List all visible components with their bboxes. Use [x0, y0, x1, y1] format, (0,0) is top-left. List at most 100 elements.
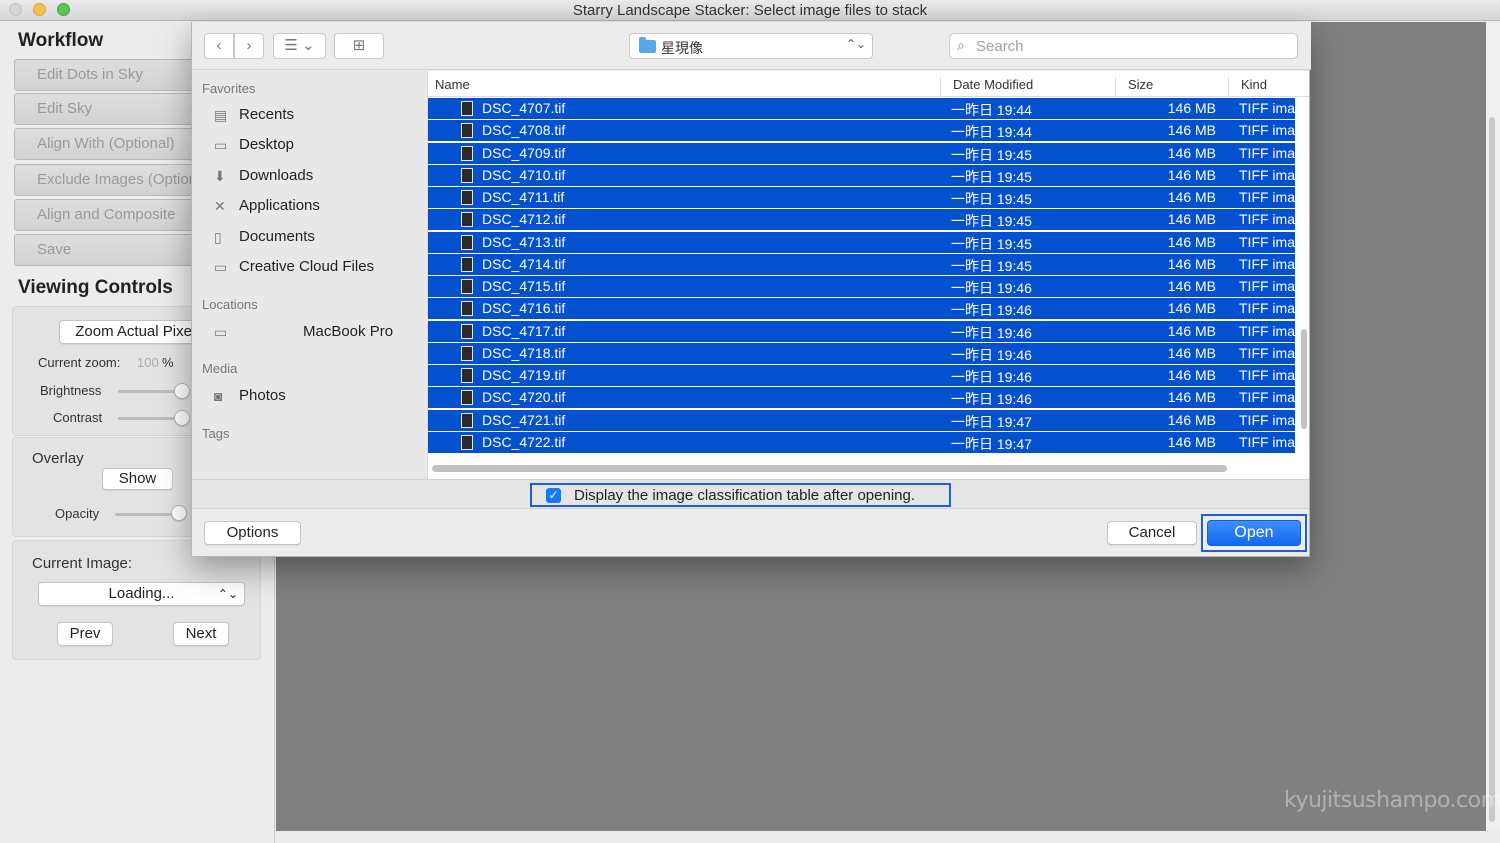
- brightness-knob[interactable]: [174, 383, 190, 399]
- file-row[interactable]: DSC_4718.tif 一昨日 19:46 146 MB TIFF ima: [428, 342, 1295, 364]
- column-kind[interactable]: Kind: [1241, 77, 1267, 92]
- tiff-file-icon: [461, 323, 473, 339]
- file-date: 一昨日 19:45: [951, 146, 1032, 163]
- tiff-file-icon: [461, 279, 473, 294]
- contrast-knob[interactable]: [174, 410, 190, 426]
- edit-sky-button[interactable]: Edit Sky: [14, 93, 214, 125]
- next-button[interactable]: Next: [173, 622, 229, 646]
- file-row[interactable]: DSC_4719.tif 一昨日 19:46 146 MB TIFF ima: [428, 365, 1295, 386]
- file-row[interactable]: DSC_4714.tif 一昨日 19:45 146 MB TIFF ima: [428, 253, 1295, 275]
- prev-button[interactable]: Prev: [57, 622, 113, 646]
- search-input[interactable]: [976, 37, 1286, 55]
- file-date: 一昨日 19:45: [951, 191, 1032, 207]
- file-date: 一昨日 19:46: [951, 346, 1032, 363]
- current-image-select[interactable]: Loading... ⌃⌄: [38, 582, 245, 606]
- column-divider: [940, 77, 941, 96]
- show-overlay-button[interactable]: Show: [102, 468, 173, 490]
- file-name: DSC_4711.tif: [482, 189, 565, 205]
- documents-icon: ▯: [214, 229, 222, 245]
- tiff-file-icon: [461, 190, 473, 205]
- column-date[interactable]: Date Modified: [953, 77, 1033, 92]
- file-row[interactable]: DSC_4717.tif 一昨日 19:46 146 MB TIFF ima: [428, 320, 1295, 342]
- tiff-file-icon: [461, 101, 473, 116]
- folder-icon: [639, 37, 656, 53]
- workflow-title: Workflow: [18, 30, 104, 51]
- overlay-label: Overlay: [32, 450, 84, 467]
- window-scroll-thumb[interactable]: [1489, 117, 1495, 822]
- file-kind: TIFF ima: [1239, 144, 1295, 161]
- cancel-button[interactable]: Cancel: [1107, 521, 1197, 545]
- file-row[interactable]: DSC_4720.tif 一昨日 19:46 146 MB TIFF ima: [428, 387, 1295, 409]
- search-field[interactable]: ⌕: [949, 33, 1298, 59]
- file-row[interactable]: DSC_4711.tif 一昨日 19:45 146 MB TIFF ima: [428, 187, 1295, 208]
- view-options-button[interactable]: ☰ ⌄: [273, 33, 326, 59]
- new-folder-icon: ⊞: [352, 37, 366, 54]
- file-size: 146 MB: [1167, 389, 1216, 406]
- column-name[interactable]: Name: [435, 77, 470, 92]
- file-kind: TIFF ima: [1239, 166, 1295, 183]
- tiff-file-icon: [461, 256, 473, 272]
- contrast-label: Contrast: [53, 410, 103, 425]
- watermark: kyujitsushampo.com: [1284, 788, 1500, 813]
- align-with-button[interactable]: Align With (Optional): [14, 128, 214, 160]
- options-button[interactable]: Options: [204, 521, 301, 545]
- file-date: 一昨日 19:45: [951, 168, 1032, 185]
- column-size[interactable]: Size: [1128, 77, 1153, 92]
- file-date: 一昨日 19:47: [951, 435, 1032, 452]
- zoom-unit: %: [162, 355, 174, 370]
- file-row[interactable]: DSC_4709.tif 一昨日 19:45 146 MB TIFF ima: [428, 142, 1295, 164]
- open-file-dialog: ‹ › ☰ ⌄ ⊞ 星現像 ⌃⌄ ⌕ Favorites ▤Recents ▭D…: [191, 22, 1311, 557]
- back-button[interactable]: ‹: [204, 33, 234, 59]
- tiff-file-icon: [461, 390, 473, 406]
- edit-dots-button[interactable]: Edit Dots in Sky: [14, 59, 214, 91]
- open-button[interactable]: Open: [1207, 520, 1301, 546]
- title-bar: Starry Landscape Stacker: Select image f…: [0, 0, 1500, 21]
- file-name: DSC_4719.tif: [482, 367, 566, 383]
- checkbox-checked[interactable]: ✓: [546, 488, 561, 503]
- file-date: 一昨日 19:46: [951, 302, 1032, 319]
- file-list-vscroll[interactable]: [1301, 329, 1307, 429]
- location-popup[interactable]: 星現像 ⌃⌄: [629, 33, 873, 59]
- file-row[interactable]: DSC_4722.tif 一昨日 19:47 146 MB TIFF ima: [428, 431, 1295, 453]
- file-name: DSC_4708.tif: [482, 122, 566, 139]
- file-date: 一昨日 19:44: [951, 102, 1032, 118]
- file-row[interactable]: DSC_4715.tif 一昨日 19:46 146 MB TIFF ima: [428, 276, 1295, 297]
- file-row[interactable]: DSC_4708.tif 一昨日 19:44 146 MB TIFF ima: [428, 120, 1295, 142]
- file-row[interactable]: DSC_4710.tif 一昨日 19:45 146 MB TIFF ima: [428, 164, 1295, 186]
- file-date: 一昨日 19:45: [951, 235, 1032, 252]
- desktop-icon: ▭: [214, 137, 228, 153]
- file-size: 146 MB: [1167, 211, 1216, 228]
- file-date: 一昨日 19:44: [951, 124, 1032, 141]
- file-row[interactable]: DSC_4707.tif 一昨日 19:44 146 MB TIFF ima: [428, 98, 1295, 119]
- dialog-sidebar: Favorites ▤ Recents ▭ Desktop ⬇ Downloads ✕…: [192, 71, 427, 479]
- file-size: 146 MB: [1167, 189, 1216, 205]
- file-kind: TIFF ima: [1239, 122, 1295, 139]
- classification-table-option[interactable]: ✓ Display the image classification table…: [530, 483, 951, 507]
- file-size: 146 MB: [1167, 433, 1216, 450]
- file-date: 一昨日 19:46: [951, 369, 1032, 385]
- file-size: 146 MB: [1167, 255, 1216, 272]
- checkbox-label: Display the image classification table a…: [574, 487, 916, 504]
- file-row[interactable]: DSC_4713.tif 一昨日 19:45 146 MB TIFF ima: [428, 231, 1295, 253]
- file-kind: TIFF ima: [1239, 255, 1295, 272]
- file-row[interactable]: DSC_4721.tif 一昨日 19:47 146 MB TIFF ima: [428, 409, 1295, 431]
- window-scrollbar[interactable]: [1486, 22, 1500, 831]
- checkmark-icon: ✓: [548, 488, 559, 502]
- new-folder-button[interactable]: ⊞: [334, 33, 384, 59]
- file-name: DSC_4715.tif: [482, 278, 566, 294]
- select-arrows-icon: ⌃⌄: [217, 587, 238, 601]
- file-row[interactable]: DSC_4712.tif 一昨日 19:45 146 MB TIFF ima: [428, 209, 1295, 231]
- file-date: 一昨日 19:46: [951, 280, 1032, 296]
- file-list: Name Date Modified Size Kind DSC_4707.ti…: [427, 71, 1309, 479]
- opacity-knob[interactable]: [171, 505, 187, 521]
- exclude-images-button[interactable]: Exclude Images (Optional): [14, 164, 214, 196]
- save-button[interactable]: Save: [14, 234, 214, 266]
- file-row[interactable]: DSC_4716.tif 一昨日 19:46 146 MB TIFF ima: [428, 298, 1295, 320]
- chevron-left-icon: ‹: [216, 37, 222, 54]
- align-composite-button[interactable]: Align and Composite: [14, 199, 214, 231]
- tiff-file-icon: [461, 145, 473, 161]
- forward-button[interactable]: ›: [234, 33, 264, 59]
- file-list-hscroll[interactable]: [432, 465, 1227, 472]
- file-kind: TIFF ima: [1239, 367, 1295, 383]
- locations-heading: Locations: [202, 297, 258, 312]
